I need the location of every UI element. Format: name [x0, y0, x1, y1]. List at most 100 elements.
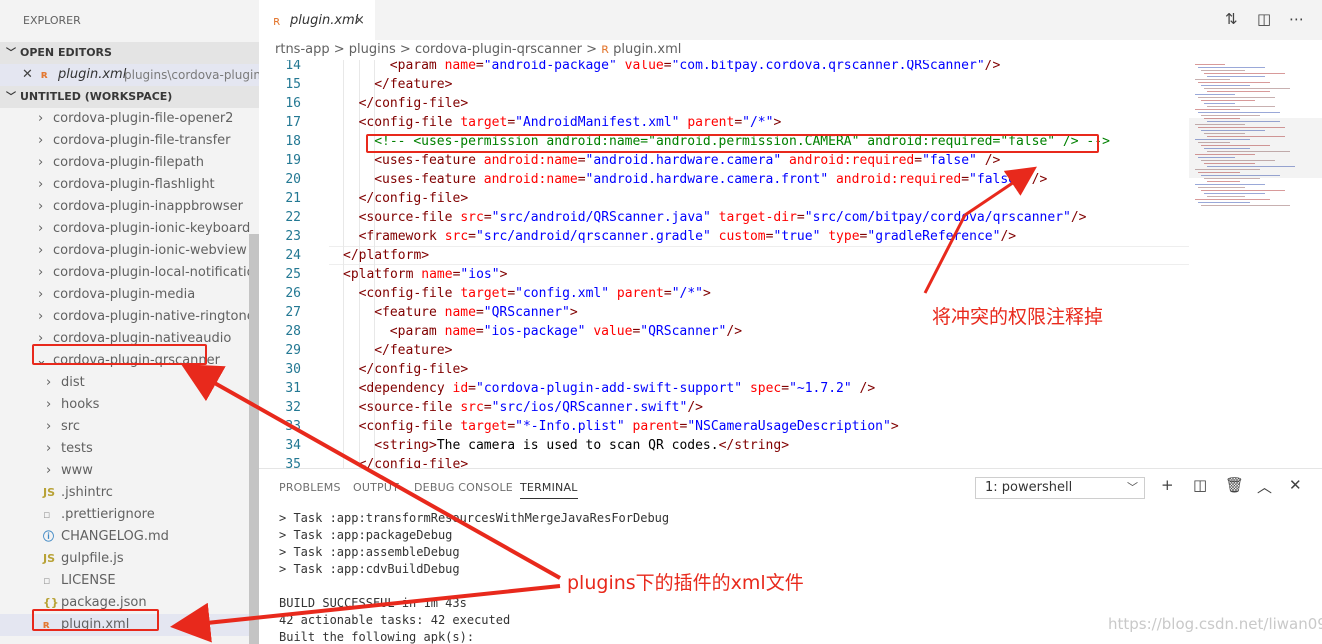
subfolder-item[interactable]: › www	[0, 460, 259, 482]
folder-item[interactable]: › cordova-plugin-media	[0, 284, 259, 306]
open-editor-item[interactable]: ✕ ʀ plugin.xml plugins\cordova-plugin-..…	[0, 64, 259, 86]
open-editors-header[interactable]: ﹀ OPEN EDITORS	[0, 42, 259, 64]
breadcrumb-item[interactable]: rtns-app	[275, 42, 330, 57]
compare-changes-icon[interactable]: ⇅	[1225, 10, 1238, 28]
rss-icon: ʀ	[41, 68, 49, 81]
minimap-line	[1207, 91, 1270, 92]
chevron-right-icon: ›	[38, 287, 44, 302]
folder-item[interactable]: › cordova-plugin-native-ringtones	[0, 306, 259, 328]
folder-highlight-box	[32, 344, 207, 365]
minimap-line	[1207, 196, 1245, 197]
code-token: </config-file>	[358, 191, 469, 206]
folder-item[interactable]: › cordova-plugin-ionic-keyboard	[0, 218, 259, 240]
code-line[interactable]: </config-file>	[359, 94, 469, 113]
tab-problems[interactable]: PROBLEMS	[279, 481, 341, 494]
code-line[interactable]: <config-file target="AndroidManifest.xml…	[359, 113, 782, 132]
minimap-line	[1195, 64, 1225, 65]
code-line[interactable]: <string>The camera is used to scan QR co…	[374, 436, 789, 455]
breadcrumb-item[interactable]: plugins	[349, 42, 396, 57]
breadcrumb-separator: >	[581, 42, 602, 57]
tree-item-label: cordova-plugin-file-transfer	[53, 133, 231, 148]
current-line	[329, 246, 1189, 265]
explorer-title: EXPLORER	[23, 14, 81, 27]
tab-plugin-xml[interactable]: ʀ plugin.xml ×	[259, 0, 375, 40]
code-line[interactable]: <param name="android-package" value="com…	[390, 60, 1001, 75]
code-token: src	[444, 229, 469, 244]
maximize-panel-icon[interactable]: ︿	[1257, 476, 1272, 497]
new-terminal-icon[interactable]: +	[1161, 476, 1174, 494]
code-line[interactable]: <source-file src="src/android/QRScanner.…	[359, 208, 1087, 227]
code-token: />	[687, 400, 703, 415]
folder-item[interactable]: › cordova-plugin-inappbrowser	[0, 196, 259, 218]
folder-item[interactable]: › cordova-plugin-file-transfer	[0, 130, 259, 152]
file-item[interactable]: ⓘ CHANGELOG.md	[0, 526, 259, 548]
code-token: =	[914, 153, 923, 168]
code-line[interactable]: </feature>	[374, 341, 452, 360]
folder-item[interactable]: › cordova-plugin-ionic-webview	[0, 240, 259, 262]
more-actions-icon[interactable]: ⋯	[1289, 10, 1304, 28]
tree-item-label: gulpfile.js	[61, 551, 124, 566]
code-line[interactable]: </config-file>	[359, 189, 469, 208]
terminal-line: 42 actionable tasks: 42 executed	[279, 613, 511, 627]
tab-terminal[interactable]: TERMINAL	[520, 481, 578, 499]
terminal-line: BUILD SUCCESSFUL in 1m 43s	[279, 596, 467, 610]
split-editor-icon[interactable]: ◫	[1257, 10, 1271, 28]
file-item[interactable]: ▫ .prettierignore	[0, 504, 259, 526]
line-number: 30	[285, 362, 301, 377]
close-icon[interactable]: ×	[354, 0, 365, 42]
code-line[interactable]: </config-file>	[359, 360, 469, 379]
sidebar-scrollbar[interactable]	[249, 234, 259, 644]
code-line[interactable]: <config-file target="*-Info.plist" paren…	[359, 417, 899, 436]
chevron-right-icon: ›	[38, 111, 44, 126]
minimap-slider[interactable]	[1189, 118, 1322, 178]
tab-output[interactable]: OUTPUT	[353, 481, 399, 494]
code-line[interactable]: </config-file>	[359, 455, 469, 468]
file-item[interactable]: ▫ LICENSE	[0, 570, 259, 592]
chevron-right-icon: ›	[46, 441, 52, 456]
folder-item[interactable]: › cordova-plugin-local-notification	[0, 262, 259, 284]
code-token: >	[890, 419, 899, 434]
folder-item[interactable]: › cordova-plugin-filepath	[0, 152, 259, 174]
folder-item[interactable]: › cordova-plugin-flashlight	[0, 174, 259, 196]
breadcrumb-item[interactable]: plugin.xml	[613, 42, 681, 57]
minimap-line	[1204, 103, 1235, 104]
subfolder-item[interactable]: › dist	[0, 372, 259, 394]
subfolder-item[interactable]: › tests	[0, 438, 259, 460]
subfolder-item[interactable]: › src	[0, 416, 259, 438]
trash-icon[interactable]: 🗑	[1225, 476, 1244, 494]
workspace-header[interactable]: ﹀ UNTITLED (WORKSPACE)	[0, 86, 259, 108]
code-line[interactable]: <framework src="src/android/qrscanner.gr…	[359, 227, 1017, 246]
subfolder-item[interactable]: › hooks	[0, 394, 259, 416]
code-line[interactable]: <config-file target="config.xml" parent=…	[359, 284, 711, 303]
close-panel-icon[interactable]: ✕	[1289, 476, 1302, 494]
terminal-select[interactable]: 1: powershell ﹀	[975, 477, 1145, 499]
explorer-sidebar: EXPLORER ﹀ OPEN EDITORS ✕ ʀ plugin.xml pl…	[0, 0, 259, 644]
code-line[interactable]: <uses-feature android:name="android.hard…	[374, 170, 1047, 189]
tree-item-label: LICENSE	[61, 573, 116, 588]
code-line[interactable]: <param name="ios-package" value="QRScann…	[390, 322, 742, 341]
split-terminal-icon[interactable]: ◫	[1193, 476, 1207, 494]
code-line[interactable]: <feature name="QRScanner">	[374, 303, 578, 322]
tab-debug-console[interactable]: DEBUG CONSOLE	[414, 481, 513, 494]
code-editor[interactable]: 14 <param name="android-package" value="c…	[259, 60, 1189, 468]
line-number: 33	[285, 419, 301, 434]
code-line[interactable]: <dependency id="cordova-plugin-add-swift…	[359, 379, 876, 398]
line-number: 18	[285, 134, 301, 149]
code-line[interactable]: </platform>	[343, 246, 429, 265]
folder-item[interactable]: › cordova-plugin-file-opener2	[0, 108, 259, 130]
code-line[interactable]: <source-file src="src/ios/QRScanner.swif…	[359, 398, 703, 417]
code-token: "config.xml"	[515, 286, 610, 301]
close-icon[interactable]: ✕	[22, 64, 33, 86]
minimap-line	[1198, 82, 1270, 83]
line-number: 20	[285, 172, 301, 187]
file-item[interactable]: JS gulpfile.js	[0, 548, 259, 570]
code-line[interactable]: <platform name="ios">	[343, 265, 507, 284]
code-token: "/*"	[742, 115, 774, 130]
file-item[interactable]: JS .jshintrc	[0, 482, 259, 504]
minimap[interactable]	[1189, 60, 1322, 468]
code-line[interactable]: <uses-feature android:name="android.hard…	[374, 151, 1000, 170]
chevron-right-icon: ›	[38, 265, 44, 280]
code-line[interactable]: </feature>	[374, 75, 452, 94]
breadcrumb-item[interactable]: cordova-plugin-qrscanner	[415, 42, 582, 57]
